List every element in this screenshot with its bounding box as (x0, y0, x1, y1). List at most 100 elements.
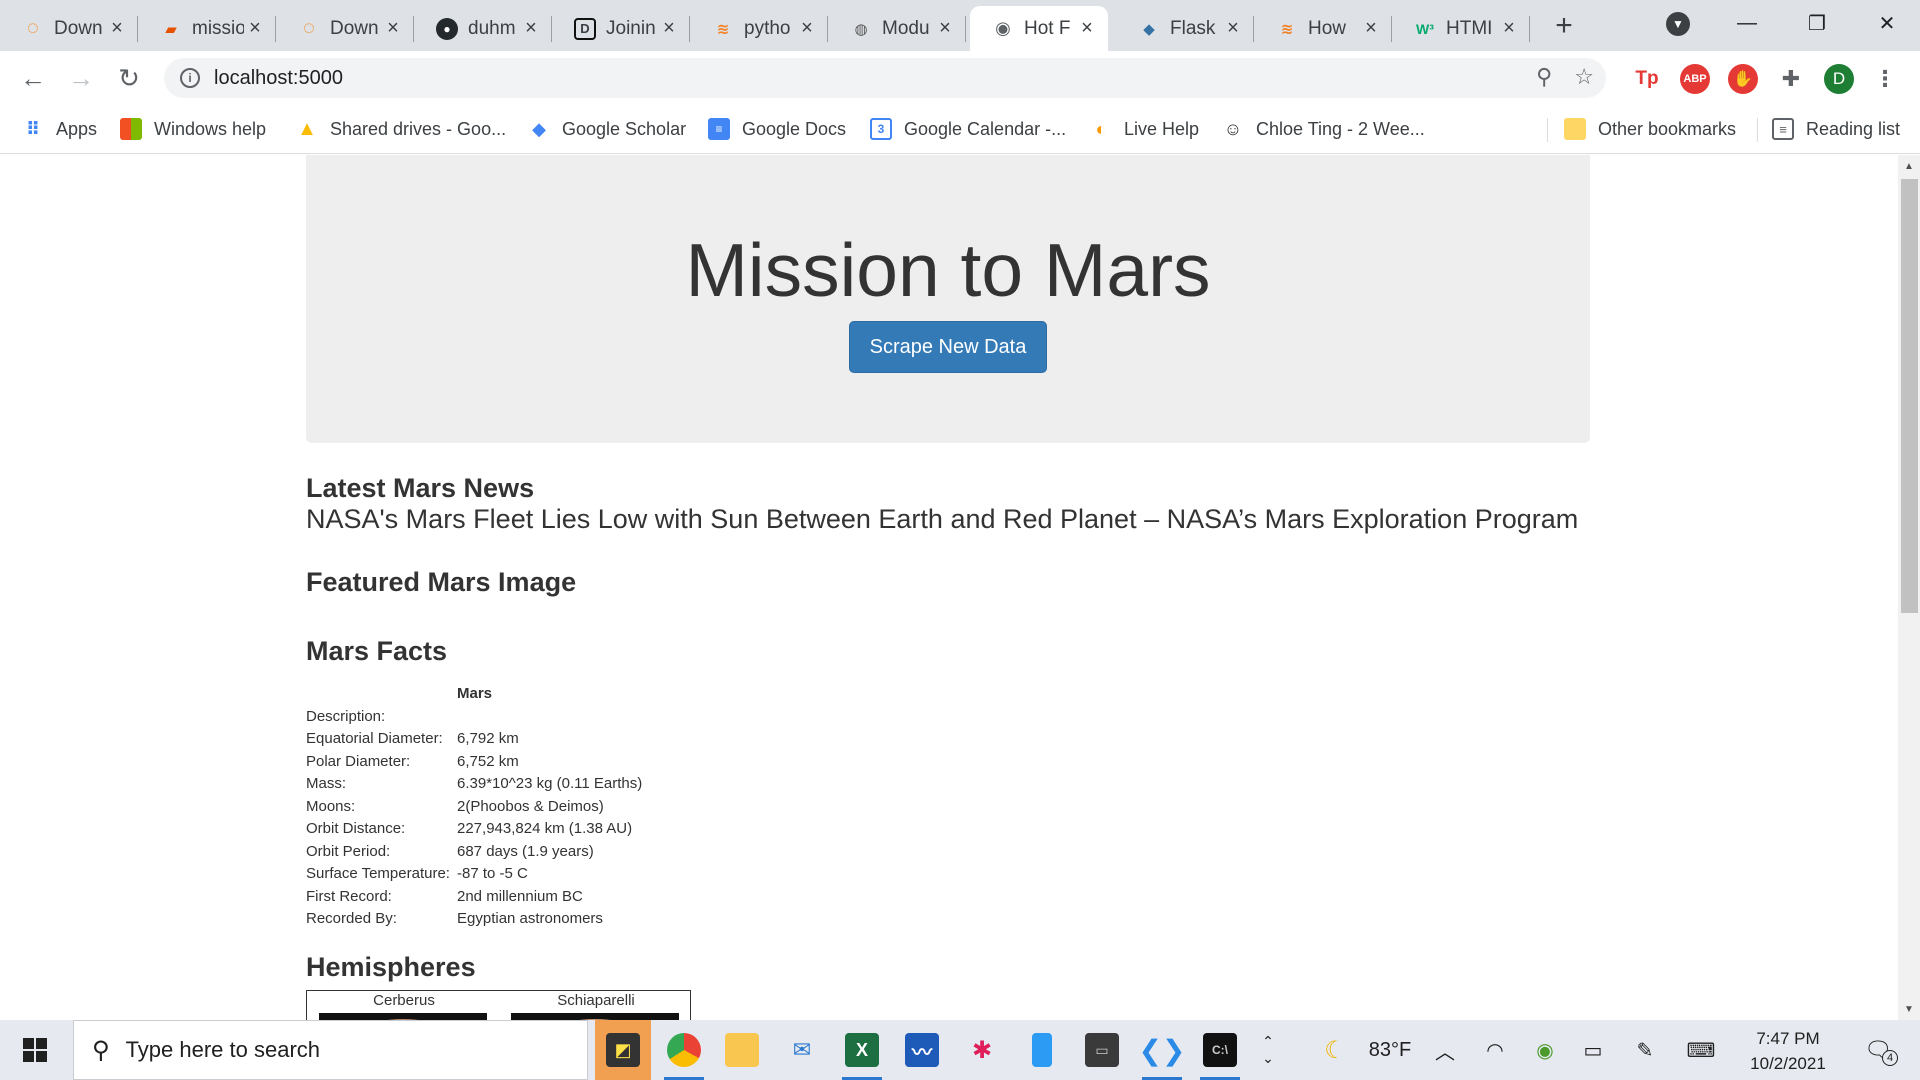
address-bar[interactable]: i localhost:5000 ⚲ ☆ (164, 58, 1606, 98)
w3-icon: W³ (1416, 20, 1434, 37)
excel-icon: X (845, 1033, 879, 1067)
bookmark-google-scholar[interactable]: ◆ Google Scholar (528, 116, 686, 142)
taskbar-vscode[interactable]: ❮❯ (1138, 1028, 1186, 1080)
close-icon[interactable]: × (796, 17, 818, 40)
battery-icon[interactable]: ▭ (1578, 1020, 1608, 1080)
chrome-icon (667, 1033, 701, 1067)
pen-icon[interactable]: ✎ (1630, 1020, 1660, 1080)
forward-arrow-icon[interactable]: → (64, 61, 98, 95)
menu-dots-icon[interactable]: ⋮ (1870, 64, 1900, 94)
new-tab-button[interactable]: + (1546, 8, 1582, 44)
browser-tab[interactable]: ≋ How × (1254, 6, 1392, 51)
tab-title: Down (330, 17, 379, 39)
close-icon[interactable]: × (244, 17, 266, 40)
taskbar-whiteboard[interactable]: 〰 (898, 1028, 946, 1072)
browser-tab[interactable]: ≋ pytho × (690, 6, 828, 51)
taskbar-mail[interactable]: ✉ (778, 1028, 826, 1072)
url-text[interactable]: localhost:5000 (214, 67, 343, 90)
bookmark-live-help[interactable]: ◐ Live Help (1090, 116, 1199, 142)
reload-icon[interactable]: ↻ (112, 61, 146, 95)
python-icon: ◆ (1143, 20, 1155, 38)
weather-moon-icon[interactable]: ☾ (1318, 1020, 1352, 1080)
browser-tab-active[interactable]: ◉ Hot F × (970, 6, 1108, 51)
tray-app-icon[interactable]: ◉ (1530, 1020, 1560, 1080)
scroll-down-icon[interactable]: ▼ (1898, 998, 1920, 1020)
notifications-icon[interactable]: 🗨 4 (1858, 1020, 1898, 1080)
whiteboard-icon: 〰 (905, 1033, 939, 1067)
hemisphere-image-cerberus[interactable] (319, 1013, 487, 1020)
weather-temperature[interactable]: 83°F (1362, 1020, 1418, 1080)
profile-avatar[interactable]: D (1824, 64, 1854, 94)
wifi-icon[interactable]: ◠ (1480, 1020, 1510, 1080)
browser-tab[interactable]: ◌ Down × (276, 6, 414, 51)
extensions-puzzle-icon[interactable]: ✚ (1776, 64, 1806, 94)
scrape-new-data-button[interactable]: Scrape New Data (849, 321, 1047, 373)
bookmark-label: Reading list (1806, 118, 1901, 139)
browser-tab[interactable]: ◆ Flask × (1116, 6, 1254, 51)
scrollbar-thumb[interactable] (1901, 179, 1918, 613)
system-clock[interactable]: 7:47 PM 10/2/2021 (1738, 1026, 1838, 1076)
tab-title: Flask (1170, 17, 1216, 39)
page-scrollbar[interactable]: ▲ ▼ (1898, 155, 1920, 1020)
taskbar-command-prompt[interactable]: C:\ (1196, 1028, 1244, 1080)
tab-title: Joinin (606, 17, 656, 39)
bookmark-google-calendar[interactable]: 3 Google Calendar -... (870, 116, 1066, 142)
close-icon[interactable]: × (1360, 17, 1382, 40)
info-icon[interactable]: i (180, 68, 200, 88)
mail-icon: ✉ (792, 1037, 812, 1062)
browser-tab[interactable]: ● duhm × (414, 6, 552, 51)
scroll-up-icon[interactable]: ▲ (1898, 155, 1920, 177)
extension-tp-icon[interactable]: Tp (1632, 64, 1662, 94)
close-icon[interactable]: × (1222, 17, 1244, 40)
hemisphere-image-schiaparelli[interactable] (511, 1013, 679, 1020)
show-hidden-icons-icon[interactable]: ︿ (1430, 1020, 1460, 1080)
close-icon[interactable]: × (106, 17, 128, 40)
bookmark-apps[interactable]: ⠿ Apps (22, 116, 97, 142)
close-icon[interactable]: × (1498, 17, 1520, 40)
close-icon[interactable]: × (934, 17, 956, 40)
close-icon[interactable]: × (658, 17, 680, 40)
minimize-button[interactable]: — (1716, 0, 1778, 46)
bookmark-shared-drives[interactable]: ▲ Shared drives - Goo... (296, 116, 506, 142)
keyboard-icon[interactable]: ⌨ (1686, 1020, 1716, 1080)
chloe-icon: ☺ (1223, 118, 1243, 139)
browser-tab[interactable]: D Joinin × (552, 6, 690, 51)
fact-value: 227,943,824 km (1.38 AU) (457, 820, 633, 838)
taskbar-search-box[interactable]: ⚲ Type here to search (73, 1020, 588, 1080)
bookmark-google-docs[interactable]: ≡ Google Docs (708, 116, 846, 142)
browser-tab[interactable]: ◌ Down × (0, 6, 138, 51)
page-title: Mission to Mars (685, 228, 1211, 312)
bookmark-reading-list[interactable]: ≡ Reading list (1772, 116, 1900, 142)
star-bookmark-icon[interactable]: ☆ (1574, 64, 1594, 90)
zoom-icon[interactable]: ⚲ (1536, 64, 1552, 90)
close-icon[interactable]: × (382, 17, 404, 40)
taskbar-file-explorer[interactable] (718, 1028, 766, 1072)
hemispheres-heading: Hemispheres (306, 952, 476, 982)
close-icon[interactable]: × (1076, 17, 1098, 40)
browser-tab[interactable]: ▰ missio × (138, 6, 276, 51)
bookmark-other-bookmarks[interactable]: Other bookmarks (1564, 116, 1736, 142)
browser-tab[interactable]: ◍ Modu × (828, 6, 966, 51)
extension-abp-icon[interactable]: ABP (1680, 64, 1710, 94)
tab-search-icon[interactable]: ▼ (1666, 12, 1690, 36)
start-button[interactable] (0, 1020, 70, 1080)
taskbar-slack[interactable]: ✱ (958, 1028, 1006, 1072)
close-window-button[interactable]: ✕ (1856, 0, 1918, 46)
close-icon[interactable]: × (520, 17, 542, 40)
reading-list-icon: ≡ (1772, 118, 1794, 140)
taskbar-chrome[interactable] (660, 1028, 708, 1080)
taskbar-phone[interactable] (1018, 1028, 1066, 1072)
taskbar-scroll-icon[interactable]: ⌃ ⌄ (1256, 1020, 1280, 1080)
taskbar-excel[interactable]: X (838, 1028, 886, 1080)
extension-stop-icon[interactable]: ✋ (1728, 64, 1758, 94)
table-row: Orbit Period: 687 days (1.9 years) (306, 840, 642, 863)
fact-value: -87 to -5 C (457, 865, 528, 883)
taskbar-terminal[interactable]: ▭ (1078, 1028, 1126, 1072)
back-arrow-icon[interactable]: ← (16, 61, 50, 95)
restore-button[interactable]: ❐ (1786, 0, 1848, 46)
bookmark-label: Windows help (154, 118, 267, 139)
bookmark-windows-help[interactable]: Windows help (120, 116, 266, 142)
taskbar-sticky-notes[interactable]: ◩ (595, 1020, 651, 1080)
bookmark-chloe-ting[interactable]: ☺ Chloe Ting - 2 Wee... (1222, 116, 1425, 142)
browser-tab[interactable]: W³ HTMI × (1392, 6, 1530, 51)
